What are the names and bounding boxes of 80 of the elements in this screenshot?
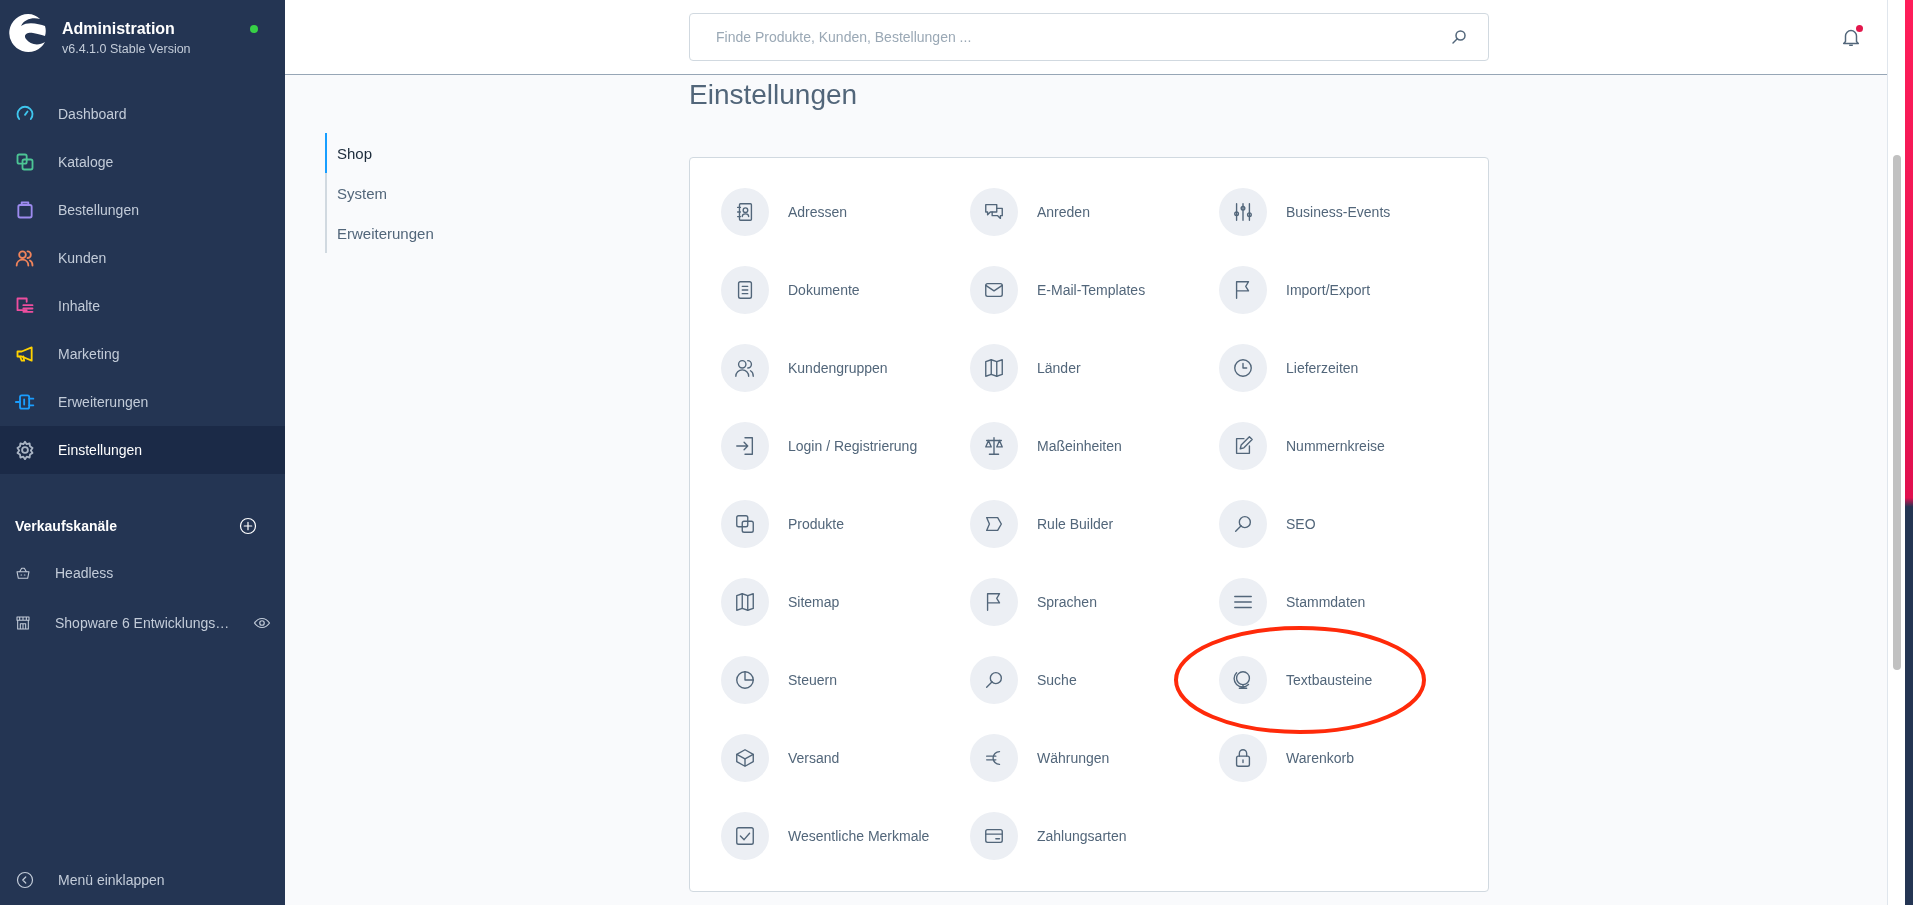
- settings-item[interactable]: Kundengruppen: [721, 329, 970, 407]
- settings-item[interactable]: Wesentliche Merkmale: [721, 797, 970, 875]
- nav-item[interactable]: Erweiterungen: [0, 378, 285, 426]
- sales-channel-item[interactable]: Shopware 6 Entwicklungs…: [0, 598, 285, 648]
- settings-item[interactable]: Versand: [721, 719, 970, 797]
- notification-bell-icon[interactable]: [1840, 25, 1862, 49]
- settings-item[interactable]: Währungen: [970, 719, 1219, 797]
- collapse-menu-link[interactable]: Menü einklappen: [0, 865, 285, 905]
- sales-channel-item[interactable]: Headless: [0, 548, 285, 598]
- sliders-icon: [1219, 188, 1267, 236]
- settings-item[interactable]: Textbausteine: [1219, 641, 1468, 719]
- search-icon: [970, 656, 1018, 704]
- settings-tab[interactable]: System: [325, 173, 525, 213]
- settings-item[interactable]: E-Mail-Templates: [970, 251, 1219, 329]
- nav-item[interactable]: Marketing: [0, 330, 285, 378]
- add-icon[interactable]: [239, 517, 257, 535]
- euro-icon: [970, 734, 1018, 782]
- settings-item[interactable]: Suche: [970, 641, 1219, 719]
- globe-icon: [1219, 656, 1267, 704]
- settings-item[interactable]: Rule Builder: [970, 485, 1219, 563]
- scrollbar-thumb[interactable]: [1892, 155, 1901, 670]
- settings-item[interactable]: Zahlungsarten: [970, 797, 1219, 875]
- flag-icon: [1219, 266, 1267, 314]
- settings-item[interactable]: Login / Registrierung: [721, 407, 970, 485]
- box-icon: [721, 734, 769, 782]
- envelope-icon: [970, 266, 1018, 314]
- login-icon: [721, 422, 769, 470]
- logo-icon: [8, 12, 48, 54]
- basket-icon: [15, 565, 31, 581]
- map-icon: [721, 578, 769, 626]
- list-icon: [1219, 578, 1267, 626]
- search-icon: [1219, 500, 1267, 548]
- settings-item[interactable]: Import/Export: [1219, 251, 1468, 329]
- nav-item[interactable]: Inhalte: [0, 282, 285, 330]
- settings-tab[interactable]: Shop: [325, 133, 525, 173]
- scales-icon: [970, 422, 1018, 470]
- map-icon: [970, 344, 1018, 392]
- nav-item[interactable]: Kataloge: [0, 138, 285, 186]
- settings-item[interactable]: Dokumente: [721, 251, 970, 329]
- settings-item[interactable]: Maßeinheiten: [970, 407, 1219, 485]
- settings-item[interactable]: Warenkorb: [1219, 719, 1468, 797]
- search-field[interactable]: Finde Produkte, Kunden, Bestellungen ...: [689, 13, 1489, 61]
- settings-item[interactable]: Anreden: [970, 173, 1219, 251]
- settings-item[interactable]: Stammdaten: [1219, 563, 1468, 641]
- settings-item[interactable]: Business-Events: [1219, 173, 1468, 251]
- copy-icon: [721, 500, 769, 548]
- nav-item[interactable]: Einstellungen: [0, 426, 285, 474]
- page-title: Einstellungen: [689, 78, 859, 112]
- nav-item[interactable]: Dashboard: [0, 90, 285, 138]
- credit-card-icon: [970, 812, 1018, 860]
- address-book-icon: [721, 188, 769, 236]
- settings-item[interactable]: Produkte: [721, 485, 970, 563]
- users-icon: [721, 344, 769, 392]
- tag-shape-icon: [970, 500, 1018, 548]
- settings-item[interactable]: Lieferzeiten: [1219, 329, 1468, 407]
- nav-item[interactable]: Bestellungen: [0, 186, 285, 234]
- edit-icon: [1219, 422, 1267, 470]
- lock-icon: [1219, 734, 1267, 782]
- settings-item[interactable]: Sitemap: [721, 563, 970, 641]
- clock-icon: [1219, 344, 1267, 392]
- settings-item[interactable]: Nummernkreise: [1219, 407, 1468, 485]
- app-title: Administration: [62, 20, 176, 38]
- settings-item[interactable]: Sprachen: [970, 563, 1219, 641]
- settings-item[interactable]: SEO: [1219, 485, 1468, 563]
- chevron-left-icon: [16, 871, 34, 889]
- settings-item[interactable]: Adressen: [721, 173, 970, 251]
- settings-tab[interactable]: Erweiterungen: [325, 213, 525, 253]
- search-icon[interactable]: [1450, 28, 1468, 46]
- settings-item[interactable]: Länder: [970, 329, 1219, 407]
- storefront-icon: [15, 615, 31, 631]
- document-icon: [721, 266, 769, 314]
- settings-item[interactable]: Steuern: [721, 641, 970, 719]
- pie-chart-icon: [721, 656, 769, 704]
- chat-bubbles-icon: [970, 188, 1018, 236]
- search-input[interactable]: Finde Produkte, Kunden, Bestellungen ...: [714, 28, 1450, 46]
- section-title: Verkaufskanäle: [15, 518, 117, 534]
- checkbox-icon: [721, 812, 769, 860]
- flag-icon: [970, 578, 1018, 626]
- version-label: v6.4.1.0 Stable Version: [62, 42, 191, 56]
- nav-item[interactable]: Kunden: [0, 234, 285, 282]
